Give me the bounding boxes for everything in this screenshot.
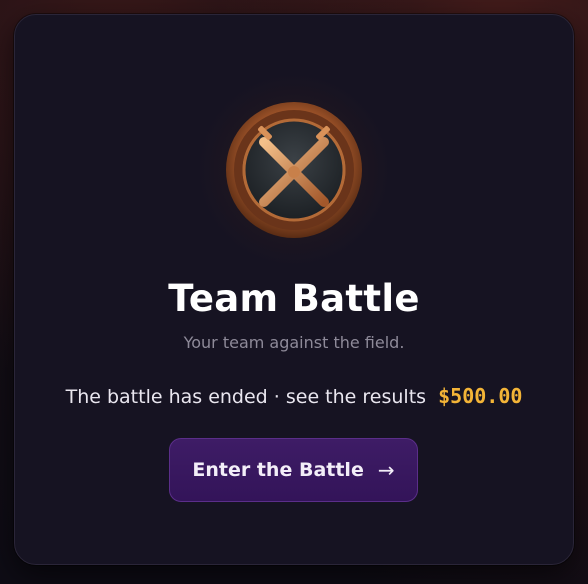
enter-battle-button[interactable]: Enter the Battle → [169, 438, 418, 502]
arrow-right-icon: → [377, 458, 395, 482]
battle-status: The battle has ended · see the results $… [15, 384, 573, 408]
crossed-swords-icon [226, 102, 362, 238]
prize-amount: $500.00 [438, 384, 523, 408]
status-text: The battle has ended · see the results [65, 386, 427, 408]
card-title: Team Battle [168, 277, 420, 320]
card-subtitle: Your team against the field. [183, 333, 405, 352]
enter-battle-label: Enter the Battle [192, 459, 364, 481]
